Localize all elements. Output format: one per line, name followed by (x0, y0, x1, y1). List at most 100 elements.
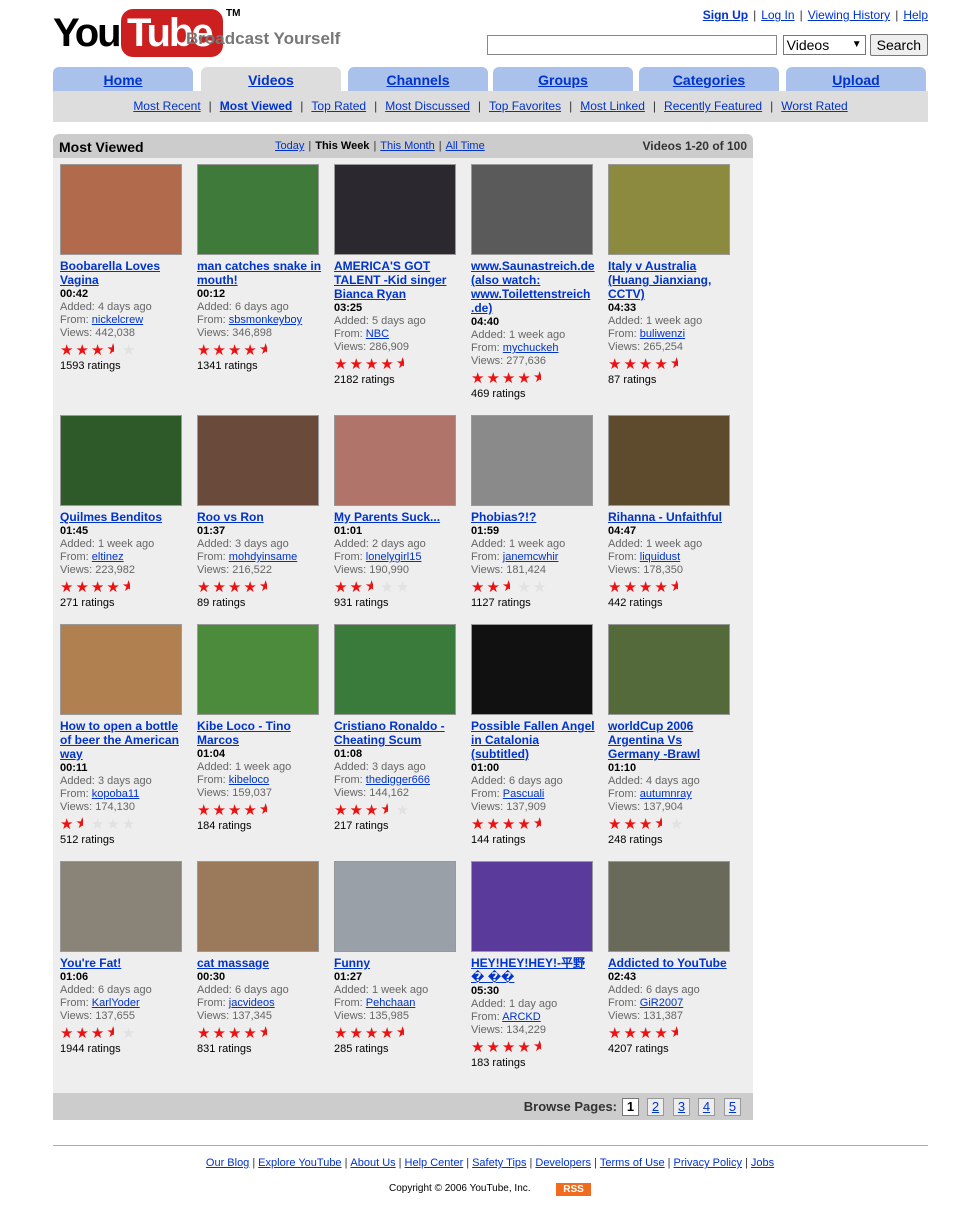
page-4-link[interactable]: 4 (698, 1098, 715, 1116)
video-title-link[interactable]: AMERICA'S GOT TALENT -Kid singer Bianca … (334, 259, 462, 301)
video-thumbnail[interactable] (197, 861, 319, 952)
footer-our-blog-link[interactable]: Our Blog (206, 1157, 249, 1169)
video-title-link[interactable]: Boobarella Loves Vagina (60, 259, 188, 287)
tab-label[interactable]: Channels (386, 72, 449, 88)
uploader-link[interactable]: autumnray (640, 788, 692, 800)
video-thumbnail[interactable] (334, 164, 456, 255)
video-title-link[interactable]: Rihanna - Unfaithful (608, 510, 736, 524)
uploader-link[interactable]: thedigger666 (366, 774, 430, 786)
uploader-link[interactable]: NBC (366, 328, 389, 340)
uploader-link[interactable]: Pascuali (503, 788, 545, 800)
footer-terms-of-use-link[interactable]: Terms of Use (600, 1157, 665, 1169)
uploader-link[interactable]: lonelygirl15 (366, 551, 422, 563)
viewing-history-link[interactable]: Viewing History (808, 8, 890, 22)
video-title-link[interactable]: cat massage (197, 956, 325, 970)
video-title-link[interactable]: Roo vs Ron (197, 510, 325, 524)
help-link[interactable]: Help (903, 8, 928, 22)
page-5-link[interactable]: 5 (724, 1098, 741, 1116)
subnav-worst-rated[interactable]: Worst Rated (781, 99, 847, 113)
video-title-link[interactable]: You're Fat! (60, 956, 188, 970)
video-title-link[interactable]: Addicted to YouTube (608, 956, 736, 970)
video-title-link[interactable]: Quilmes Benditos (60, 510, 188, 524)
footer-jobs-link[interactable]: Jobs (751, 1157, 774, 1169)
video-title-link[interactable]: Kibe Loco - Tino Marcos (197, 719, 325, 747)
video-title-link[interactable]: man catches snake in mouth! (197, 259, 325, 287)
tab-videos[interactable]: Videos (201, 67, 341, 91)
video-thumbnail[interactable] (334, 624, 456, 715)
tab-home[interactable]: Home (53, 67, 193, 91)
video-title-link[interactable]: How to open a bottle of beer the America… (60, 719, 188, 761)
subnav-most-recent[interactable]: Most Recent (133, 99, 200, 113)
subnav-recently-featured[interactable]: Recently Featured (664, 99, 762, 113)
video-thumbnail[interactable] (334, 861, 456, 952)
video-title-link[interactable]: Italy v Australia (Huang Jianxiang, CCTV… (608, 259, 736, 301)
tab-categories[interactable]: Categories (639, 67, 779, 91)
search-button[interactable]: Search (869, 34, 928, 56)
uploader-link[interactable]: sbsmonkeyboy (229, 314, 302, 326)
footer-help-center-link[interactable]: Help Center (405, 1157, 464, 1169)
tab-upload[interactable]: Upload (786, 67, 926, 91)
video-title-link[interactable]: HEY!HEY!HEY!-平野 � �� (471, 956, 599, 984)
period-this-month[interactable]: This Month (380, 140, 434, 152)
footer-developers-link[interactable]: Developers (535, 1157, 591, 1169)
video-thumbnail[interactable] (471, 861, 593, 952)
video-thumbnail[interactable] (608, 624, 730, 715)
video-thumbnail[interactable] (608, 164, 730, 255)
uploader-link[interactable]: ARCKD (502, 1011, 541, 1023)
rss-badge[interactable]: RSS (556, 1183, 591, 1196)
tab-label[interactable]: Groups (538, 72, 588, 88)
page-2-link[interactable]: 2 (647, 1098, 664, 1116)
uploader-link[interactable]: buliwenzi (640, 328, 685, 340)
tab-label[interactable]: Upload (832, 72, 879, 88)
subnav-most-discussed[interactable]: Most Discussed (385, 99, 470, 113)
uploader-link[interactable]: kibeloco (229, 774, 269, 786)
uploader-link[interactable]: eltinez (92, 551, 124, 563)
video-title-link[interactable]: worldCup 2006 Argentina Vs Germany -Braw… (608, 719, 736, 761)
uploader-link[interactable]: janemcwhir (503, 551, 559, 563)
video-thumbnail[interactable] (471, 624, 593, 715)
period-all-time[interactable]: All Time (446, 140, 485, 152)
uploader-link[interactable]: mychuckeh (503, 342, 559, 354)
uploader-link[interactable]: KarlYoder (92, 997, 140, 1009)
page-3-link[interactable]: 3 (673, 1098, 690, 1116)
footer-about-us-link[interactable]: About Us (350, 1157, 395, 1169)
video-thumbnail[interactable] (471, 415, 593, 506)
video-thumbnail[interactable] (608, 861, 730, 952)
uploader-link[interactable]: GiR2007 (640, 997, 683, 1009)
log-in-link[interactable]: Log In (761, 8, 794, 22)
search-input[interactable] (486, 35, 777, 55)
uploader-link[interactable]: jacvideos (229, 997, 275, 1009)
sign-up-link[interactable]: Sign Up (703, 8, 748, 22)
video-thumbnail[interactable] (471, 164, 593, 255)
video-thumbnail[interactable] (197, 624, 319, 715)
subnav-most-linked[interactable]: Most Linked (580, 99, 645, 113)
video-title-link[interactable]: www.Saunastreich.de (also watch: www.Toi… (471, 259, 599, 315)
subnav-most-viewed[interactable]: Most Viewed (220, 99, 292, 113)
video-thumbnail[interactable] (60, 624, 182, 715)
video-thumbnail[interactable] (60, 415, 182, 506)
footer-privacy-policy-link[interactable]: Privacy Policy (674, 1157, 742, 1169)
video-thumbnail[interactable] (60, 164, 182, 255)
tab-label[interactable]: Categories (673, 72, 745, 88)
uploader-link[interactable]: kopoba11 (92, 788, 140, 800)
period-today[interactable]: Today (275, 140, 304, 152)
footer-explore-youtube-link[interactable]: Explore YouTube (258, 1157, 341, 1169)
footer-safety-tips-link[interactable]: Safety Tips (472, 1157, 526, 1169)
video-title-link[interactable]: My Parents Suck... (334, 510, 462, 524)
search-type-select[interactable]: Videos ▼ (782, 35, 866, 55)
video-thumbnail[interactable] (608, 415, 730, 506)
video-thumbnail[interactable] (334, 415, 456, 506)
video-thumbnail[interactable] (60, 861, 182, 952)
video-title-link[interactable]: Possible Fallen Angel in Catalonia (subt… (471, 719, 599, 761)
youtube-logo[interactable]: You Tube TM Broadcast Yourself (53, 8, 340, 59)
uploader-link[interactable]: nickelcrew (92, 314, 143, 326)
tab-label[interactable]: Home (104, 72, 143, 88)
tab-groups[interactable]: Groups (493, 67, 633, 91)
uploader-link[interactable]: Pehchaan (366, 997, 416, 1009)
subnav-top-rated[interactable]: Top Rated (311, 99, 366, 113)
uploader-link[interactable]: mohdyinsame (229, 551, 297, 563)
tab-label[interactable]: Videos (248, 72, 294, 88)
uploader-link[interactable]: liquidust (640, 551, 680, 563)
video-title-link[interactable]: Funny (334, 956, 462, 970)
subnav-top-favorites[interactable]: Top Favorites (489, 99, 561, 113)
